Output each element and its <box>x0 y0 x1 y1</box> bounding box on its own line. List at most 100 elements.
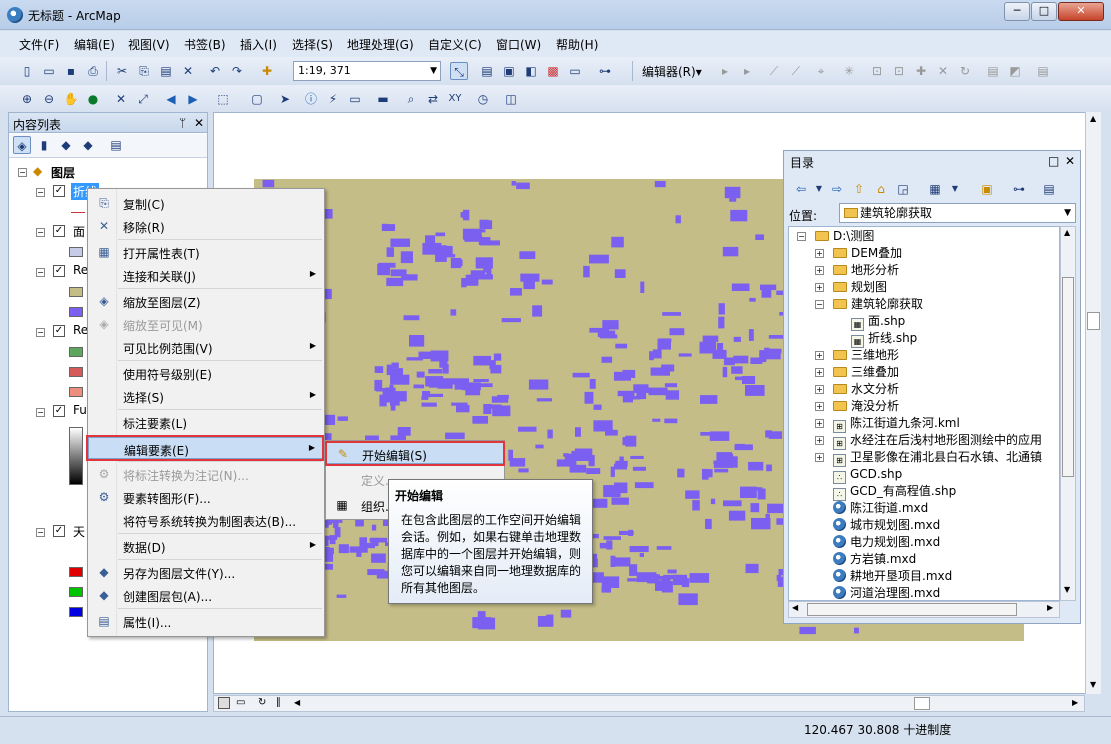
catalog-tree-item[interactable]: ∴ GCD.shp <box>833 466 902 484</box>
layer-name[interactable]: 天 <box>73 523 85 540</box>
collapse-icon[interactable]: − <box>815 300 824 309</box>
chevron-down-icon[interactable]: ▼ <box>946 180 964 198</box>
open-icon[interactable]: ▭ <box>40 62 58 80</box>
cut-icon[interactable]: ✂ <box>113 62 131 80</box>
endpoint-arc-icon[interactable]: ⟋ <box>787 62 805 80</box>
context-menu-item[interactable]: ⚙ 要素转图形(F)... <box>88 486 324 508</box>
location-combobox[interactable]: 建筑轮廓获取 ▼ <box>839 203 1076 223</box>
pin-icon[interactable]: ᛘ <box>179 116 186 130</box>
expand-icon[interactable]: + <box>815 249 824 258</box>
catalog-tree-item[interactable]: + 水文分析 <box>815 381 899 398</box>
list-by-visibility-icon[interactable]: ◆ <box>57 136 75 154</box>
rotate-icon[interactable]: ↻ <box>956 62 974 80</box>
layer-name[interactable]: 面 <box>73 223 85 240</box>
context-menu-item[interactable]: ⎘ 复制(C) <box>88 192 324 214</box>
catalog-tree-item[interactable]: 城市规划图.mxd <box>833 517 940 534</box>
collapse-icon[interactable]: − <box>18 168 27 177</box>
catalog-tree-item[interactable]: + 地形分析 <box>815 262 899 279</box>
catalog-tree-item[interactable]: ▦ 面.shp <box>851 313 905 331</box>
redo-icon[interactable]: ↷ <box>228 62 246 80</box>
refresh-icon[interactable]: ↻ <box>258 697 266 708</box>
scroll-thumb[interactable] <box>914 697 930 710</box>
expand-icon[interactable]: + <box>815 436 824 445</box>
context-menu-item[interactable]: 数据(D) ▶ <box>88 535 324 557</box>
layer-name[interactable]: Fu <box>73 403 87 417</box>
menu-help[interactable]: 帮助(H) <box>556 36 598 53</box>
clear-selection-icon[interactable]: ▢ <box>248 90 266 108</box>
collapse-icon[interactable]: − <box>36 408 45 417</box>
find-icon[interactable]: ⌕ <box>402 90 420 108</box>
zoom-in-icon[interactable]: ⊕ <box>18 90 36 108</box>
menu-select[interactable]: 选择(S) <box>292 36 333 53</box>
catalog-options-icon[interactable]: ▤ <box>1040 180 1058 198</box>
split-icon[interactable]: ✕ <box>934 62 952 80</box>
new-icon[interactable]: ▯ <box>18 62 36 80</box>
context-menu-item[interactable]: 选择(S) ▶ <box>88 385 324 407</box>
catalog-tree-item[interactable]: − D:\测图 <box>797 228 874 245</box>
time-slider-icon[interactable]: ◷ <box>474 90 492 108</box>
collapse-icon[interactable]: − <box>36 528 45 537</box>
catalog-window-icon[interactable]: ▣ <box>500 62 518 80</box>
map-horizontal-scrollbar[interactable]: ▭ ↻ ∥ ◀ ▶ <box>213 695 1085 712</box>
context-menu-item[interactable]: ✕ 移除(R) <box>88 215 324 237</box>
modelbuilder-icon[interactable]: ⊶ <box>596 62 614 80</box>
context-menu-item[interactable]: ◆ 创建图层包(A)... <box>88 584 324 606</box>
full-extent-icon[interactable]: ● <box>84 90 102 108</box>
context-menu-item[interactable]: ⚙ 将标注转换为注记(N)... <box>88 463 324 485</box>
measure-icon[interactable]: ▬ <box>374 90 392 108</box>
back-extent-icon[interactable]: ◀ <box>162 90 180 108</box>
context-menu-item[interactable]: 连接和关联(J) ▶ <box>88 264 324 286</box>
edit-tool-icon[interactable]: ▸ <box>716 62 734 80</box>
context-menu-item[interactable]: 标注要素(L) <box>88 411 324 433</box>
close-button[interactable]: ✕ <box>1058 2 1104 21</box>
layer-checkbox[interactable]: ✓ <box>53 325 65 337</box>
expand-icon[interactable]: + <box>815 283 824 292</box>
trace-icon[interactable]: ⌖ <box>812 62 830 80</box>
menu-edit[interactable]: 编辑(E) <box>74 36 115 53</box>
expand-icon[interactable]: + <box>815 351 824 360</box>
scale-combobox[interactable]: 1:19, 371 ▼ <box>293 61 441 81</box>
catalog-tree-item[interactable]: 河道治理图.mxd <box>833 585 940 600</box>
cut-polygon-icon[interactable]: ✚ <box>912 62 930 80</box>
catalog-tree-item[interactable]: 电力规划图.mxd <box>833 534 940 551</box>
delete-icon[interactable]: ✕ <box>179 62 197 80</box>
catalog-maximize-icon[interactable]: □ <box>1048 154 1059 168</box>
layer-checkbox[interactable]: ✓ <box>53 525 65 537</box>
catalog-tree-item[interactable]: ∴ GCD_有高程值.shp <box>833 483 956 501</box>
context-menu-item[interactable]: ◈ 缩放至可见(M) <box>88 313 324 335</box>
sketch-properties-icon[interactable]: ◩ <box>1006 62 1024 80</box>
layer-checkbox[interactable]: ✓ <box>53 225 65 237</box>
edit-vertices-icon[interactable]: ⊡ <box>868 62 886 80</box>
menu-view[interactable]: 视图(V) <box>128 36 170 53</box>
menu-bookmarks[interactable]: 书签(B) <box>184 36 226 53</box>
go-to-xy-icon[interactable]: XY <box>446 90 464 108</box>
zoom-out-icon[interactable]: ⊖ <box>40 90 58 108</box>
add-data-icon[interactable]: ✚ <box>258 62 276 80</box>
connect-folder-icon[interactable]: ◲ <box>894 180 912 198</box>
list-by-source-icon[interactable]: ▮ <box>35 136 53 154</box>
save-icon[interactable]: ▪ <box>62 62 80 80</box>
expand-icon[interactable]: + <box>815 419 824 428</box>
hyperlink-icon[interactable]: ⚡ <box>324 90 342 108</box>
menu-customize[interactable]: 自定义(C) <box>428 36 482 53</box>
menu-file[interactable]: 文件(F) <box>19 36 59 53</box>
home-icon[interactable]: ⌂ <box>872 180 890 198</box>
fixed-zoom-out-icon[interactable]: ⤢ <box>134 90 152 108</box>
annotation-edit-icon[interactable]: ▸ <box>738 62 756 80</box>
context-menu-item[interactable]: ▦ 打开属性表(T) <box>88 241 324 263</box>
layout-view-icon[interactable] <box>218 697 230 709</box>
catalog-tree-item[interactable]: + ⊞ 水经注在后浅村地形图测绘中的应用 <box>815 432 1042 450</box>
context-menu-item[interactable]: 将符号系统转换为制图表达(B)... <box>88 509 324 531</box>
editor-toolbar-icon[interactable]: ⤡ <box>450 62 468 80</box>
expand-icon[interactable]: + <box>815 453 824 462</box>
list-by-selection-icon[interactable]: ◆ <box>79 136 97 154</box>
up-level-icon[interactable]: ⇧ <box>850 180 868 198</box>
arctoolbox-icon[interactable]: ▩ <box>544 62 562 80</box>
context-menu-item[interactable]: ▤ 属性(I)... <box>88 610 324 632</box>
identify-icon[interactable]: ⓘ <box>302 90 320 108</box>
minimize-button[interactable]: ─ <box>1004 2 1030 21</box>
list-by-drawing-order-icon[interactable]: ◈ <box>13 136 31 154</box>
select-elements-icon[interactable]: ➤ <box>276 90 294 108</box>
catalog-tree-item[interactable]: + DEM叠加 <box>815 245 902 262</box>
catalog-tree-item[interactable]: + ⊞ 卫星影像在浦北县白石水镇、北通镇 <box>815 449 1042 467</box>
